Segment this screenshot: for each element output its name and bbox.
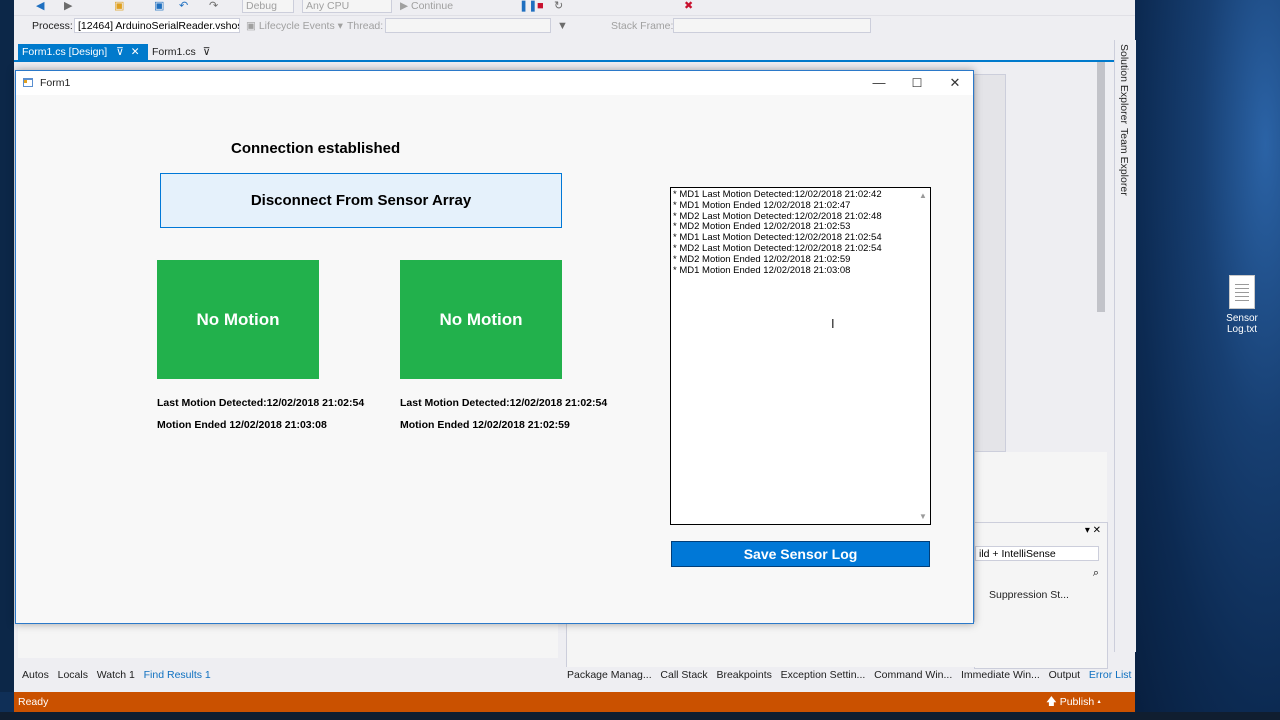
- log-line: * MD2 Motion Ended 12/02/2018 21:02:59: [673, 253, 851, 265]
- stack-frame-select[interactable]: [673, 18, 871, 33]
- connection-status-label: Connection established: [231, 140, 401, 157]
- panel-close-icon[interactable]: ▾ ✕: [1085, 525, 1101, 536]
- designer-scrollbar[interactable]: [1097, 62, 1105, 312]
- side-tab-team-explorer[interactable]: Team Explorer: [1118, 128, 1130, 196]
- form-icon: [23, 78, 33, 87]
- lifecycle-label: Lifecycle Events: [258, 20, 335, 32]
- desktop-left-strip: [0, 0, 14, 692]
- stack-frame-label: Stack Frame:: [611, 20, 674, 32]
- log-line: * MD1 Motion Ended 12/02/2018 21:02:47: [673, 199, 851, 211]
- tab-package-manager[interactable]: Package Manag...: [567, 669, 652, 681]
- properties-area: [974, 452, 1107, 522]
- status-text: Ready: [18, 696, 49, 708]
- form-title-bar: Form1 — ☐ ✕: [16, 71, 973, 95]
- tab-exception-settings[interactable]: Exception Settin...: [781, 669, 866, 681]
- tab-error-list[interactable]: Error List: [1089, 669, 1132, 681]
- tab-call-stack[interactable]: Call Stack: [660, 669, 707, 681]
- bottom-left-tabs: Autos Locals Watch 1 Find Results 1: [22, 669, 211, 681]
- status-bar: Ready 🡅 Publish ▴: [14, 692, 1135, 712]
- maximize-button[interactable]: ☐: [902, 74, 932, 92]
- filter-icon[interactable]: ▼: [557, 20, 568, 32]
- tab-immediate-window[interactable]: Immediate Win...: [961, 669, 1040, 681]
- tab-find-results-1[interactable]: Find Results 1: [144, 669, 211, 681]
- suppression-column-header[interactable]: Suppression St...: [989, 589, 1069, 601]
- process-label: Process:: [32, 20, 73, 32]
- tab-breakpoints[interactable]: Breakpoints: [716, 669, 771, 681]
- tool-panel: [566, 622, 1107, 667]
- designer-form-edge: [974, 74, 1006, 452]
- text-cursor-icon: I: [831, 316, 835, 331]
- disconnect-button[interactable]: Disconnect From Sensor Array: [160, 173, 562, 228]
- thread-select[interactable]: [385, 18, 551, 33]
- process-toolbar: Process: [12464] ArduinoSerialReader.vsh…: [14, 16, 1135, 38]
- publish-label: Publish: [1059, 696, 1095, 708]
- build-filter-select[interactable]: ild + IntelliSense: [975, 546, 1099, 561]
- side-tab-solution-explorer[interactable]: Solution Explorer: [1118, 44, 1130, 124]
- tab-output[interactable]: Output: [1049, 669, 1081, 681]
- debug-toolbar: ◀ ▶ ▣ ▣ ↶ ↷ Debug Any CPU ▶ Continue ❚❚ …: [14, 0, 1135, 16]
- sensor-1-last-detected: Last Motion Detected:12/02/2018 21:02:54: [157, 397, 365, 409]
- thread-label: Thread:: [347, 20, 384, 32]
- tab-label: Form1.cs [Design]: [22, 46, 108, 58]
- save-icon[interactable]: ▣: [114, 0, 124, 12]
- sensor-2-motion-ended: Motion Ended 12/02/2018 21:02:59: [400, 419, 570, 431]
- platform-select[interactable]: Any CPU: [302, 0, 392, 13]
- document-tabs: Form1.cs [Design] ⊽ ✕ Form1.cs ⊽: [14, 42, 1114, 60]
- close-icon[interactable]: ✕: [131, 46, 140, 58]
- stop-icon[interactable]: ■: [537, 0, 544, 12]
- tab-locals[interactable]: Locals: [58, 669, 88, 681]
- log-lines: * MD1 Last Motion Detected:12/02/2018 21…: [671, 188, 930, 276]
- tab-watch-1[interactable]: Watch 1: [97, 669, 135, 681]
- lifecycle-events-menu[interactable]: ▣ Lifecycle Events ▾: [246, 20, 343, 32]
- pin-icon[interactable]: ⊽: [203, 46, 211, 58]
- tab-form1-cs[interactable]: Form1.cs ⊽: [148, 44, 218, 60]
- save-all-icon[interactable]: ▣: [154, 0, 164, 12]
- pause-icon[interactable]: ❚❚: [519, 0, 537, 12]
- scroll-down-icon[interactable]: ▼: [919, 512, 927, 521]
- tab-form1-design[interactable]: Form1.cs [Design] ⊽ ✕: [18, 44, 148, 60]
- tab-label: Form1.cs: [152, 46, 196, 58]
- tab-command-window[interactable]: Command Win...: [874, 669, 952, 681]
- exceptions-icon[interactable]: ✖: [684, 0, 693, 12]
- form-title: Form1: [40, 77, 71, 89]
- minimize-button[interactable]: —: [864, 74, 894, 92]
- find-results-panel: [18, 622, 558, 658]
- pin-icon[interactable]: ⊽: [116, 46, 124, 58]
- forward-icon[interactable]: ▶: [64, 0, 72, 12]
- continue-label: Continue: [411, 0, 454, 12]
- desktop-background: [1135, 0, 1280, 720]
- desktop-file-sensor-log[interactable]: Sensor Log.txt: [1222, 275, 1262, 335]
- log-line: * MD1 Motion Ended 12/02/2018 21:03:08: [673, 264, 851, 276]
- search-icon[interactable]: ⌕: [1093, 567, 1099, 580]
- sensor-2-status-panel: No Motion: [400, 260, 562, 379]
- close-button[interactable]: ✕: [940, 74, 970, 92]
- undo-icon[interactable]: ↶: [179, 0, 188, 12]
- scroll-up-icon[interactable]: ▲: [919, 191, 927, 200]
- restart-icon[interactable]: ↻: [554, 0, 563, 12]
- process-select[interactable]: [12464] ArduinoSerialReader.vshos: [74, 18, 240, 33]
- save-sensor-log-button[interactable]: Save Sensor Log: [671, 541, 930, 567]
- desktop-file-label: Sensor Log.txt: [1226, 313, 1258, 335]
- sensor-1-status-panel: No Motion: [157, 260, 319, 379]
- back-icon[interactable]: ◀: [36, 0, 44, 12]
- sensor-log-textbox[interactable]: * MD1 Last Motion Detected:12/02/2018 21…: [670, 187, 931, 525]
- taskbar: [0, 712, 1280, 720]
- continue-button[interactable]: ▶ Continue: [400, 0, 453, 12]
- sensor-1-motion-ended: Motion Ended 12/02/2018 21:03:08: [157, 419, 327, 431]
- right-side-tabs: Solution Explorer Team Explorer: [1114, 40, 1136, 652]
- sensor-2-last-detected: Last Motion Detected:12/02/2018 21:02:54: [400, 397, 608, 409]
- bottom-right-tabs: Package Manag... Call Stack Breakpoints …: [567, 669, 1131, 681]
- redo-icon[interactable]: ↷: [209, 0, 218, 12]
- config-select[interactable]: Debug: [242, 0, 294, 13]
- tab-autos[interactable]: Autos: [22, 669, 49, 681]
- text-file-icon: [1229, 275, 1255, 309]
- publish-button[interactable]: 🡅 Publish ▴: [1046, 692, 1101, 712]
- form1-window: Form1 — ☐ ✕ Connection established Disco…: [15, 70, 974, 624]
- log-scrollbar[interactable]: ▲ ▼: [916, 188, 930, 524]
